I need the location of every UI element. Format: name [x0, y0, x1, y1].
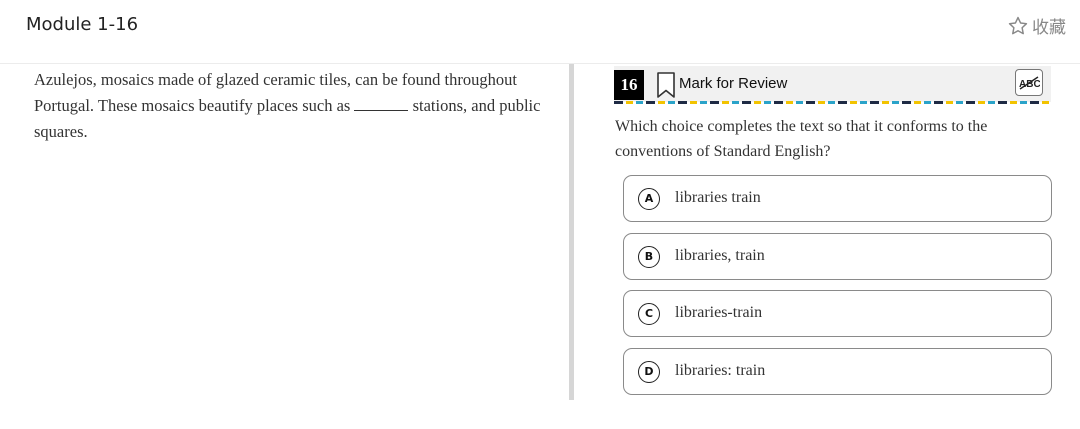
- passage-text: Azulejos, mosaics made of glazed ceramic…: [34, 67, 544, 145]
- star-outline-icon: [1008, 16, 1028, 34]
- choice-a[interactable]: A libraries train: [623, 175, 1052, 222]
- top-bar: Module 1-16 收藏: [0, 0, 1080, 64]
- question-header: 16 Mark for Review ABC: [614, 66, 1051, 102]
- choice-text-a: libraries train: [675, 189, 761, 206]
- choice-letter-d: D: [638, 361, 660, 383]
- choice-c[interactable]: C libraries-train: [623, 290, 1052, 337]
- choice-text-b: libraries, train: [675, 247, 765, 264]
- choice-text-d: libraries: train: [675, 362, 766, 379]
- passage-blank: [354, 94, 409, 111]
- choice-b[interactable]: B libraries, train: [623, 233, 1052, 280]
- choice-letter-a: A: [638, 188, 660, 210]
- choice-text-c: libraries-train: [675, 304, 763, 321]
- abc-strikethrough-icon: ABC: [1019, 75, 1040, 90]
- answer-eliminator-button[interactable]: ABC: [1015, 69, 1043, 96]
- choice-d[interactable]: D libraries: train: [623, 348, 1052, 395]
- favorite-label: 收藏: [1032, 18, 1066, 38]
- header-dashed-divider: [614, 101, 1051, 104]
- choice-letter-b: B: [638, 246, 660, 268]
- mark-for-review-button[interactable]: Mark for Review: [679, 75, 787, 92]
- question-number: 16: [614, 70, 644, 100]
- pane-divider[interactable]: [569, 64, 574, 400]
- favorite-button[interactable]: 收藏: [1007, 13, 1066, 38]
- bookmark-icon[interactable]: [656, 71, 676, 99]
- question-prompt: Which choice completes the text so that …: [615, 118, 988, 160]
- module-title: Module 1-16: [26, 14, 139, 35]
- choice-letter-c: C: [638, 303, 660, 325]
